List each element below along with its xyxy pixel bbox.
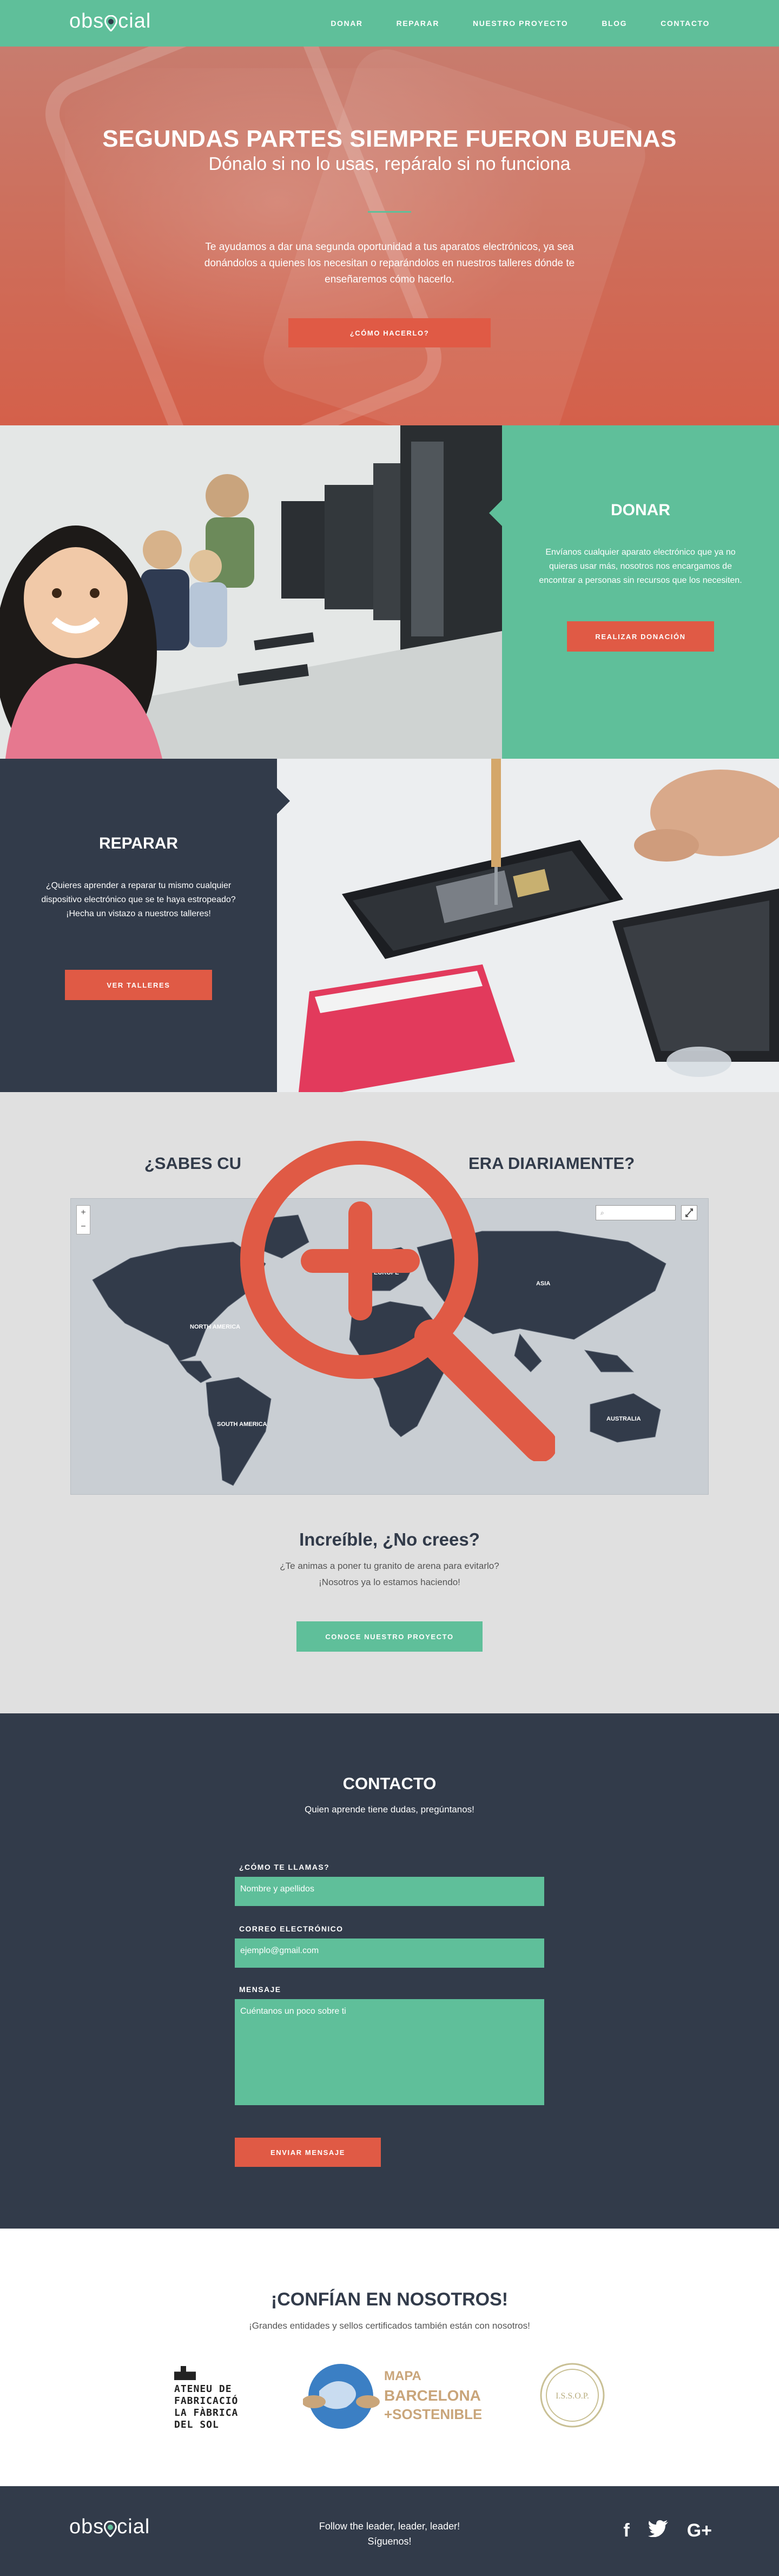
map-search-input[interactable]: ⌕ <box>596 1205 676 1220</box>
footer-logo-post: cial <box>117 2515 150 2538</box>
ateneu-line2: FABRICACIÓ <box>174 2395 239 2407</box>
map-text-line2: ¡Nosotros ya lo estamos haciendo! <box>319 1577 460 1587</box>
hero-section: SEGUNDAS PARTES SIEMPRE FUERON BUENAS Dó… <box>0 47 779 425</box>
footer-tagline-1: Follow the leader, leader, leader! <box>319 2521 460 2532</box>
mapa-line2: BARCELONA <box>384 2387 481 2404</box>
facebook-icon[interactable]: f <box>623 2520 629 2541</box>
footer-logo[interactable]: obs cial <box>69 2515 150 2539</box>
map-section: ¿SABES CU ERA DIARIAMENTE? NORTH AMERICA… <box>0 1092 779 1713</box>
magnifier-plus-icon <box>240 1141 555 1461</box>
mapa-barcelona-logo[interactable]: MAPA BARCELONA +SOSTENIBLE <box>302 2358 482 2437</box>
message-field[interactable]: Cuéntanos un poco sobre ti <box>235 1999 544 2105</box>
donate-section: DONAR Envíanos cualquier aparato electró… <box>0 425 779 759</box>
how-to-button[interactable]: ¿CÓMO HACERLO? <box>288 318 491 347</box>
contact-section: CONTACTO Quien aprende tiene dudas, preg… <box>0 1713 779 2229</box>
footer-logo-pin-icon <box>104 2519 117 2538</box>
site-logo[interactable]: obs cial <box>69 10 151 33</box>
hero-title: SEGUNDAS PARTES SIEMPRE FUERON BUENAS <box>102 126 677 152</box>
donate-text: Envíanos cualquier aparato electrónico q… <box>539 548 742 585</box>
partners-title: ¡CONFÍAN EN NOSOTROS! <box>270 2289 509 2310</box>
see-workshops-button[interactable]: VER TALLERES <box>65 970 212 1000</box>
map-text-line1: ¿Te animas a poner tu granito de arena p… <box>280 1561 499 1571</box>
classroom-photo <box>0 425 502 759</box>
email-placeholder: ejemplo@gmail.com <box>240 1946 319 1955</box>
ateneu-line3: LA FÀBRICA <box>174 2407 239 2419</box>
map-zoom-control[interactable]: + − <box>76 1205 90 1234</box>
email-label: CORREO ELECTRÓNICO <box>239 1924 344 1933</box>
mapa-line1: MAPA <box>384 2369 421 2383</box>
message-placeholder: Cuéntanos un poco sobre ti <box>240 2007 346 2016</box>
contact-title: CONTACTO <box>342 1774 437 1793</box>
top-navbar: obs cial DONAR REPARAR NUESTRO PROYECTO … <box>0 0 779 47</box>
fullscreen-icon <box>685 1208 693 1217</box>
partners-section: ¡CONFÍAN EN NOSOTROS! ¡Grandes entidades… <box>0 2229 779 2486</box>
repair-panel-arrow <box>277 788 290 814</box>
footer-tagline-2: Síguenos! <box>367 2536 412 2547</box>
name-placeholder: Nombre y apellidos <box>240 1884 314 1894</box>
nav-link-reparar[interactable]: REPARAR <box>397 19 439 28</box>
donate-panel-arrow <box>489 500 502 526</box>
issop-text: I.S.S.O.P. <box>556 2391 589 2401</box>
message-label: MENSAJE <box>239 1985 281 1994</box>
map-fullscreen-button[interactable] <box>681 1205 697 1220</box>
nav-link-blog[interactable]: BLOG <box>602 19 627 28</box>
donate-title: DONAR <box>611 501 670 519</box>
repair-text: ¿Quieres aprender a reparar tu mismo cua… <box>41 881 236 918</box>
incredible-heading: Increíble, ¿No crees? <box>299 1529 480 1549</box>
issop-seal-logo[interactable]: I.S.S.O.P. <box>539 2362 606 2432</box>
name-label: ¿CÓMO TE LLAMAS? <box>239 1863 330 1871</box>
google-plus-icon[interactable]: G+ <box>687 2520 712 2541</box>
site-footer: obs cial Follow the leader, leader, lead… <box>0 2486 779 2576</box>
repair-panel: REPARAR ¿Quieres aprender a reparar tu m… <box>0 759 277 1092</box>
factory-icon <box>174 2366 196 2380</box>
donate-panel: DONAR Envíanos cualquier aparato electró… <box>502 425 779 759</box>
hero-divider <box>368 211 411 213</box>
send-message-button[interactable]: ENVIAR MENSAJE <box>235 2138 381 2167</box>
email-field[interactable]: ejemplo@gmail.com <box>235 1938 544 1968</box>
make-donation-button[interactable]: REALIZAR DONACIÓN <box>567 621 714 652</box>
logo-text-pre: obs <box>69 10 104 32</box>
social-links: f G+ <box>623 2520 712 2542</box>
nav-link-contacto[interactable]: CONTACTO <box>661 19 710 28</box>
contact-subtitle: Quien aprende tiene dudas, pregúntanos! <box>305 1804 474 1815</box>
nav-link-proyecto[interactable]: NUESTRO PROYECTO <box>473 19 568 28</box>
know-project-button[interactable]: CONOCE NUESTRO PROYECTO <box>296 1621 483 1652</box>
main-menu: DONAR REPARAR NUESTRO PROYECTO BLOG CONT… <box>331 0 710 47</box>
logo-pin-icon <box>104 14 118 32</box>
logo-text-post: cial <box>118 10 151 32</box>
repair-title: REPARAR <box>98 834 179 852</box>
map-search-icon: ⌕ <box>600 1209 604 1217</box>
footer-logo-pre: obs <box>69 2515 104 2538</box>
phone-repair-photo <box>277 759 779 1092</box>
map-zoom-in-button[interactable]: + <box>77 1206 90 1220</box>
hero-text: Te ayudamos a dar una segunda oportunida… <box>204 241 575 285</box>
footer-tagline: Follow the leader, leader, leader! Sígue… <box>281 2519 498 2549</box>
ateneu-line4: DEL SOL <box>174 2419 219 2430</box>
map-label-australia: AUSTRALIA <box>606 1416 641 1422</box>
map-zoom-out-button[interactable]: − <box>77 1220 90 1234</box>
hero-subtitle: Dónalo si no lo usas, repáralo si no fun… <box>208 154 571 174</box>
repair-section: REPARAR ¿Quieres aprender a reparar tu m… <box>0 759 779 1092</box>
twitter-icon[interactable] <box>648 2520 669 2542</box>
ateneu-line1: ATENEU DE <box>174 2383 232 2395</box>
ateneu-logo[interactable]: ATENEU DE FABRICACIÓ LA FÀBRICA DEL SOL <box>174 2366 238 2431</box>
partners-subtitle: ¡Grandes entidades y sellos certificados… <box>249 2321 530 2331</box>
nav-link-donar[interactable]: DONAR <box>331 19 362 28</box>
mapa-line3: +SOSTENIBLE <box>384 2406 481 2422</box>
name-field[interactable]: Nombre y apellidos <box>235 1877 544 1906</box>
